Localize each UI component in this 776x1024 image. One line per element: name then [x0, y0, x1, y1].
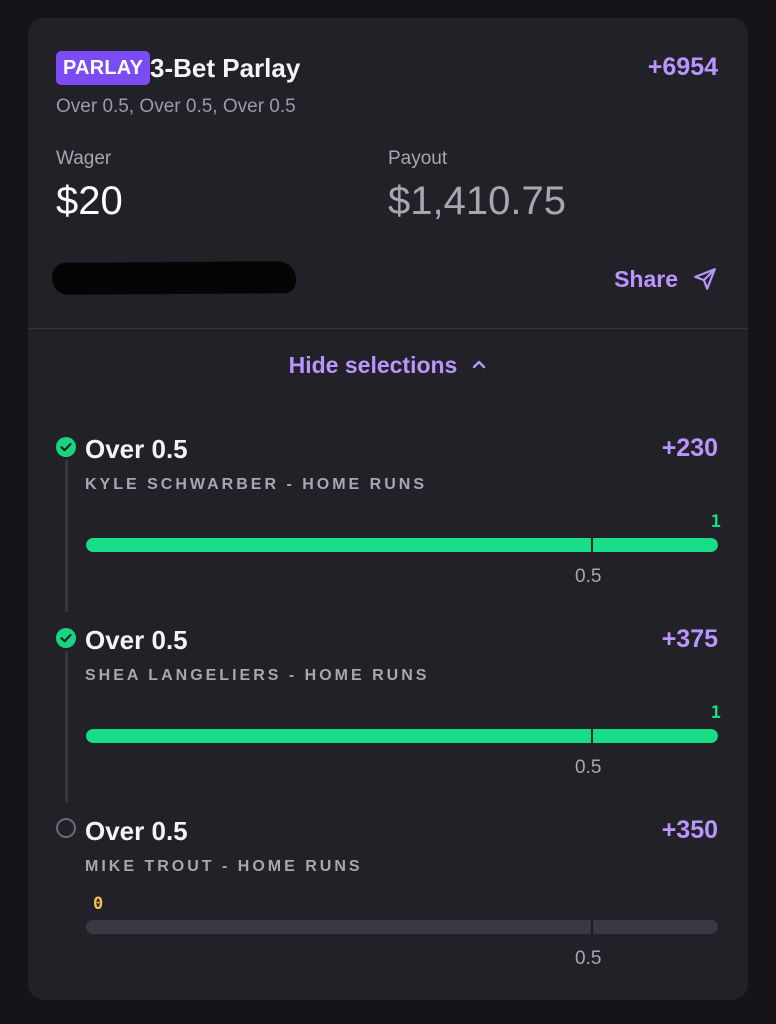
parlay-card: PARLAY 3-Bet Parlay +6954 Over 0.5, Over… [28, 18, 748, 1000]
leg-player: SHEA LANGELIERS - HOME RUNS [85, 667, 430, 684]
share-button[interactable]: Share [614, 263, 718, 295]
redacted-scribble [51, 261, 297, 295]
empty-circle-icon [56, 818, 76, 838]
hide-selections-toggle[interactable]: Hide selections [28, 349, 748, 381]
leg-pick: Over 0.5 [85, 625, 188, 655]
parlay-subtitle: Over 0.5, Over 0.5, Over 0.5 [56, 96, 296, 117]
progress-bar [86, 729, 718, 743]
leg-item-3: Over 0.5 +350 MIKE TROUT - HOME RUNS 0 0… [28, 808, 748, 998]
progress-fill [86, 538, 718, 552]
leg-item-2: Over 0.5 +375 SHEA LANGELIERS - HOME RUN… [28, 617, 748, 807]
check-circle-icon [56, 437, 76, 457]
progress-bar [86, 920, 718, 934]
leg-threshold: 0.5 [575, 948, 602, 969]
leg-odds: +230 [661, 434, 718, 462]
leg-pick: Over 0.5 [85, 434, 188, 464]
send-icon [694, 268, 716, 290]
leg-odds: +375 [661, 625, 718, 653]
hide-selections-label: Hide selections [288, 352, 458, 378]
leg-actual-value: 0 [93, 894, 104, 914]
leg-actual-value: 1 [710, 512, 721, 532]
leg-player: KYLE SCHWARBER - HOME RUNS [85, 476, 428, 493]
leg-item-1: Over 0.5 +230 KYLE SCHWARBER - HOME RUNS… [28, 426, 748, 616]
progress-bar [86, 538, 718, 552]
threshold-marker [591, 729, 593, 743]
leg-player: MIKE TROUT - HOME RUNS [85, 858, 363, 875]
payout-value: $1,410.75 [388, 179, 566, 223]
parlay-odds: +6954 [647, 53, 718, 81]
wager-label: Wager [56, 148, 112, 169]
leg-pick: Over 0.5 [85, 816, 188, 846]
threshold-marker [591, 538, 593, 552]
leg-threshold: 0.5 [575, 757, 602, 778]
threshold-marker [591, 920, 593, 934]
chevron-up-icon [473, 360, 486, 369]
leg-threshold: 0.5 [575, 566, 602, 587]
leg-actual-value: 1 [710, 703, 721, 723]
parlay-title: 3-Bet Parlay [150, 53, 301, 83]
share-label: Share [614, 266, 678, 292]
wager-value: $20 [56, 179, 123, 223]
check-circle-icon [56, 628, 76, 648]
section-divider [28, 328, 748, 329]
progress-fill [86, 729, 718, 743]
payout-label: Payout [388, 148, 448, 169]
parlay-badge: PARLAY [56, 51, 151, 85]
leg-odds: +350 [661, 816, 718, 844]
